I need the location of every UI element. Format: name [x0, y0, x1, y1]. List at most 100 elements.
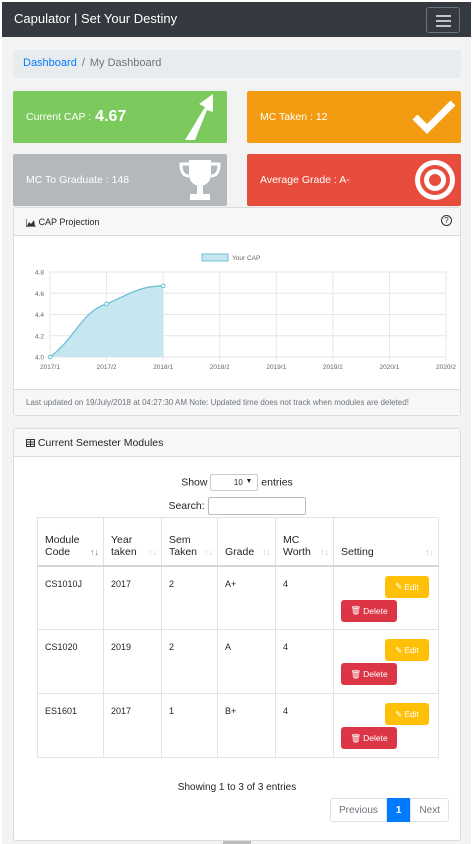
table-row: CS1020 2019 2 A 4 ✎ Edit 🗑 Delete	[37, 629, 439, 694]
caret-down-icon: ▼	[245, 478, 253, 485]
menu-toggle-button[interactable]	[426, 7, 460, 33]
semester-modules-title: Current Semester Modules	[37, 437, 164, 449]
trash-icon: 🗑	[350, 732, 362, 743]
breadcrumb-dashboard-link[interactable]: Dashboard	[23, 57, 77, 69]
mc-to-graduate-label: MC To Graduate : 148	[26, 174, 130, 186]
help-icon[interactable]: ?	[441, 215, 452, 226]
cell-module-code: CS1010J	[37, 565, 104, 630]
hamburger-icon	[436, 15, 451, 17]
cell-grade: A+	[217, 565, 276, 630]
trash-icon: 🗑	[350, 605, 362, 615]
delete-button[interactable]: 🗑 Delete	[341, 727, 397, 749]
x-tick-label: 2019/2	[323, 364, 343, 371]
legend-swatch	[201, 253, 229, 262]
search-control: Search:	[14, 497, 460, 515]
cell-module-code: CS1020	[37, 629, 104, 694]
current-cap-label: Current CAP :	[26, 111, 92, 123]
average-grade-label: Average Grade : A-	[260, 174, 350, 186]
cell-setting: ✎ Edit 🗑 Delete	[333, 565, 439, 630]
sort-icon: ↑↓	[148, 546, 157, 557]
page-1-button[interactable]: 1	[386, 798, 411, 822]
sort-icon: ↑↓	[204, 546, 213, 557]
column-header-setting[interactable]: Setting ↑↓	[333, 517, 439, 567]
cell-grade: B+	[217, 693, 276, 758]
mc-taken-tile: MC Taken : 12	[247, 91, 461, 143]
entries-label: entries	[261, 476, 293, 489]
data-point	[160, 283, 166, 289]
edit-button[interactable]: ✎ Edit	[385, 639, 429, 661]
edit-icon: ✎	[395, 581, 403, 591]
cell-module-code: ES1601	[37, 693, 104, 758]
mc-taken-label: MC Taken : 12	[260, 111, 328, 123]
column-header-module-code[interactable]: Module Code ↑↓	[37, 517, 104, 567]
legend-label: Your CAP	[232, 255, 260, 262]
edit-button[interactable]: ✎ Edit	[385, 575, 429, 598]
cell-setting: ✎ Edit 🗑 Delete	[333, 693, 439, 758]
column-header-mc-worth[interactable]: MC Worth ↑↓	[275, 517, 334, 567]
sort-icon: ↑↓	[320, 546, 329, 557]
table-info: Showing 1 to 3 of 3 entries	[177, 782, 297, 793]
y-tick-label: 4.6	[35, 291, 44, 298]
search-input[interactable]	[207, 497, 306, 515]
cell-mc: 4	[275, 565, 334, 630]
breadcrumb-current: My Dashboard	[89, 57, 162, 69]
cell-mc: 4	[275, 629, 334, 694]
previous-page-button[interactable]: Previous	[329, 798, 387, 822]
trophy-icon	[179, 160, 221, 200]
current-cap-value: 4.67	[95, 108, 127, 125]
column-header-sem-taken[interactable]: Sem Taken ↑↓	[161, 517, 218, 567]
delete-button[interactable]: 🗑 Delete	[341, 599, 397, 622]
x-tick-label: 2019/1	[266, 364, 286, 371]
app-title[interactable]: Capulator | Set Your Destiny	[14, 11, 177, 26]
table-icon	[26, 439, 35, 448]
y-tick-label: 4.2	[35, 333, 44, 340]
cell-sem: 1	[161, 693, 218, 758]
edit-icon: ✎	[395, 644, 403, 655]
show-label: Show	[181, 476, 208, 489]
top-navbar: Capulator | Set Your Destiny	[2, 2, 471, 37]
entries-control: Show 10 ▼ entries	[14, 474, 460, 491]
x-tick-label: 2020/2	[436, 364, 456, 371]
area-chart-icon	[25, 218, 36, 228]
x-tick-label: 2018/1	[153, 364, 173, 371]
main-content: Dashboard / My Dashboard Current CAP :4.67…	[2, 37, 471, 844]
column-header-grade[interactable]: Grade ↑↓	[217, 517, 276, 567]
edit-button[interactable]: ✎ Edit	[385, 703, 429, 725]
cap-projection-title: CAP Projection	[38, 217, 100, 227]
checkmark-icon	[412, 100, 456, 134]
modules-table: Module Code ↑↓ Year taken ↑↓ Sem Taken ↑↓ Grad…	[37, 517, 439, 758]
data-point	[104, 301, 109, 307]
cell-mc: 4	[275, 693, 334, 758]
semester-modules-card: Current Semester Modules Show 10 ▼ entrie…	[13, 428, 461, 841]
current-cap-tile: Current CAP :4.67	[13, 91, 227, 143]
table-row: CS1010J 2017 2 A+ 4 ✎ Edit 🗑 Delete	[37, 565, 439, 630]
sort-icon: ↑↓	[425, 546, 434, 557]
target-icon	[415, 160, 455, 200]
delete-button[interactable]: 🗑 Delete	[341, 663, 397, 685]
x-tick-label: 2017/2	[97, 364, 117, 371]
cell-year: 2017	[103, 565, 162, 630]
next-page-button[interactable]: Next	[410, 798, 449, 822]
cap-projection-chart: 4.0 4.2 4.4 4.6 4.8 2017/1 2017/2 2018/1 2018/2 2…	[35, 253, 456, 371]
mc-to-graduate-tile: MC To Graduate : 148	[13, 154, 227, 206]
table-row: ES1601 2017 1 B+ 4 ✎ Edit 🗑 Delete	[37, 693, 439, 758]
pagination: Previous 1 Next	[329, 798, 449, 822]
breadcrumb: Dashboard / My Dashboard	[13, 50, 461, 78]
sort-asc-icon: ↑↓	[90, 546, 99, 557]
cell-sem: 2	[161, 629, 218, 694]
breadcrumb-separator: /	[81, 57, 85, 69]
search-label: Search:	[168, 499, 205, 512]
cell-grade: A	[217, 629, 276, 694]
cap-projection-card: CAP Projection ? 4.0 4.2 4.4 4.6 4.8 2017/1 20…	[13, 207, 461, 416]
trash-icon: 🗑	[350, 668, 362, 679]
cell-year: 2019	[103, 629, 162, 694]
arrow-up-icon	[185, 94, 213, 140]
x-tick-label: 2018/2	[210, 364, 230, 371]
entries-select[interactable]: 10 ▼	[210, 474, 259, 491]
cell-year: 2017	[103, 693, 162, 758]
y-tick-label: 4.0	[35, 355, 44, 362]
column-header-year-taken[interactable]: Year taken ↑↓	[103, 517, 162, 567]
y-tick-label: 4.8	[35, 270, 44, 277]
data-point	[47, 354, 53, 360]
cap-projection-footer: Last updated on 19/July/2018 at 04:27:30…	[14, 389, 460, 415]
